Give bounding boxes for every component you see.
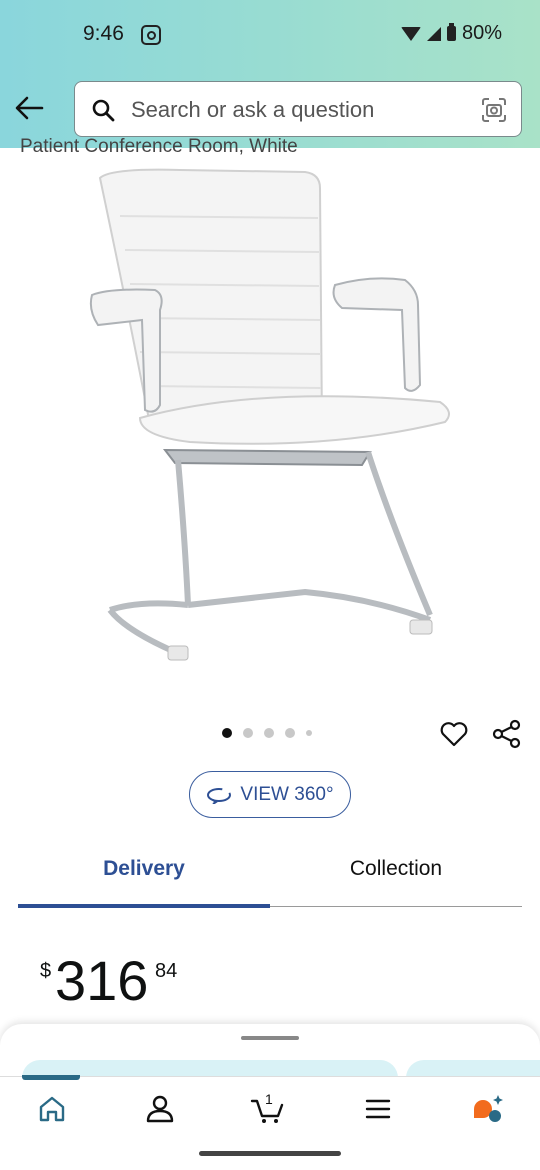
product-image[interactable] (70, 160, 470, 690)
nav-active-indicator (22, 1075, 80, 1080)
fulfilment-tabs: Delivery Collection (18, 845, 522, 908)
camera-lens-icon[interactable] (481, 97, 507, 123)
person-icon (146, 1095, 174, 1123)
wifi-icon (400, 26, 421, 41)
view-360-label: VIEW 360° (240, 783, 334, 805)
search-icon (92, 99, 115, 122)
search-bar[interactable] (74, 81, 522, 137)
heart-icon[interactable] (439, 719, 469, 749)
signal-icon (426, 26, 441, 41)
search-input[interactable] (129, 92, 473, 128)
battery-icon (446, 23, 456, 41)
nav-account[interactable] (142, 1091, 178, 1127)
back-arrow-icon[interactable] (14, 94, 44, 122)
nav-menu[interactable] (360, 1091, 396, 1127)
carousel-indicator (222, 728, 312, 738)
carousel-dot-1[interactable] (222, 728, 232, 738)
nav-rufus[interactable] (470, 1091, 506, 1127)
nav-home[interactable] (34, 1091, 70, 1127)
carousel-dot-5[interactable] (306, 730, 312, 736)
nav-cart[interactable]: 1 (250, 1091, 286, 1127)
home-icon (39, 1096, 65, 1122)
app-header: 9:46 80% (0, 0, 540, 148)
carousel-dot-2[interactable] (243, 728, 253, 738)
hamburger-menu-icon (365, 1099, 391, 1119)
system-icons: 80% (400, 22, 502, 45)
bottom-navigation: 1 (0, 1075, 540, 1139)
price-whole: 316 (55, 949, 149, 1012)
carousel-dot-3[interactable] (264, 728, 274, 738)
cart-count: 1 (265, 1091, 273, 1107)
price-currency: $ (40, 960, 52, 982)
product-subtitle-container: Patient Conference Room, White (0, 130, 540, 156)
product-subtitle: Patient Conference Room, White (20, 136, 298, 156)
battery-percent: 80% (461, 22, 502, 44)
carousel-dot-4[interactable] (285, 728, 295, 738)
rotate-360-icon (207, 787, 232, 804)
sheet-drag-handle[interactable] (241, 1036, 299, 1040)
tab-delivery[interactable]: Delivery (18, 857, 270, 881)
system-home-indicator[interactable] (199, 1151, 341, 1156)
tab-selected-indicator (18, 904, 270, 908)
tab-collection[interactable]: Collection (270, 857, 522, 881)
rufus-chat-icon (474, 1095, 503, 1122)
status-time: 9:46 (83, 22, 124, 45)
view-360-button[interactable]: VIEW 360° (189, 771, 351, 818)
instagram-notification-icon (141, 25, 161, 45)
share-icon[interactable] (492, 719, 522, 749)
status-bar: 9:46 80% (0, 20, 540, 50)
price-fraction: 84 (155, 960, 178, 982)
